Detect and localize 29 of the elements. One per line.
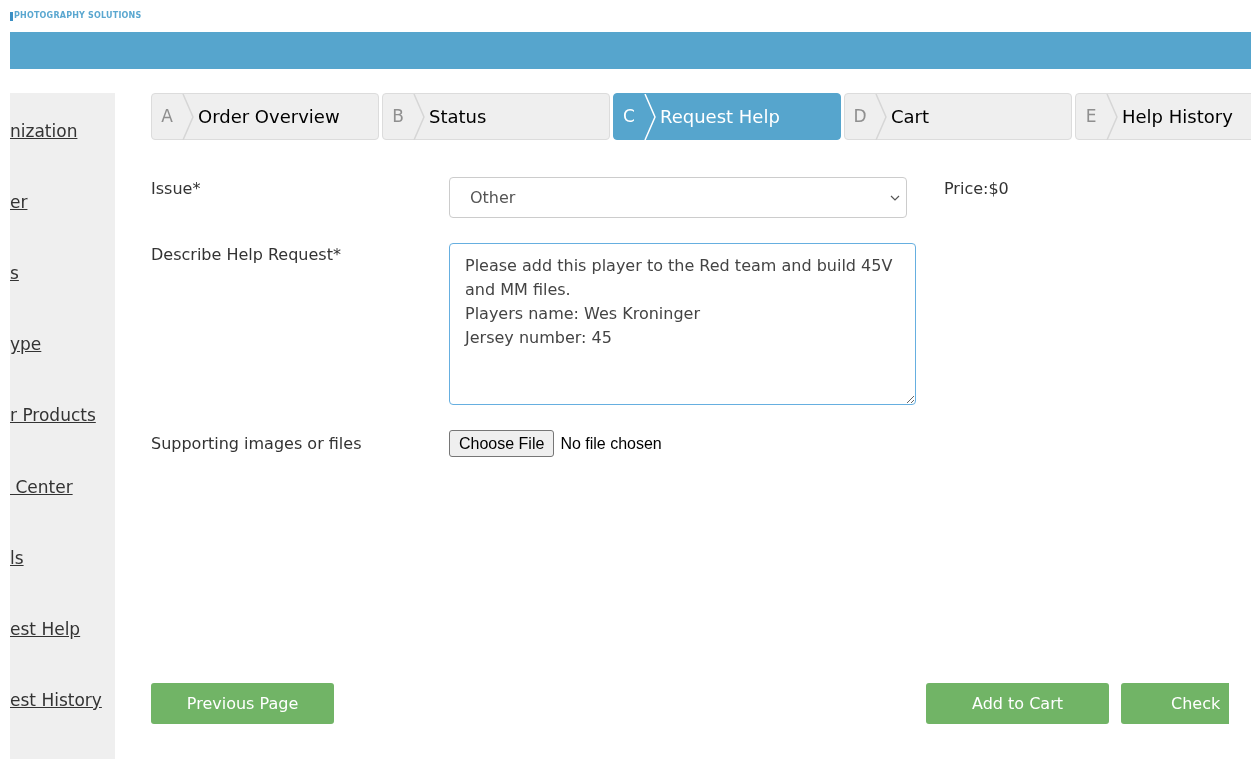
logo-bar-icon	[10, 11, 13, 21]
sidebar-link[interactable]: s	[10, 261, 19, 333]
description-label: Describe Help Request*	[151, 244, 342, 266]
issue-select[interactable]: Other	[449, 177, 907, 218]
sidebar-link[interactable]: ls	[10, 545, 24, 617]
step-tab[interactable]: A Order Overview	[151, 93, 379, 140]
chevron-divider-icon	[182, 93, 194, 140]
step-tab[interactable]: B Status	[382, 93, 610, 140]
sidebar-link[interactable]: Center	[10, 474, 73, 546]
chevron-divider-icon	[1106, 93, 1118, 140]
sidebar-link[interactable]: est History	[10, 687, 102, 759]
step-tab[interactable]: D Cart	[844, 93, 1072, 140]
brand-logo: PHOTOGRAPHY SOLUTIONS	[14, 10, 142, 22]
chevron-divider-icon	[644, 93, 656, 140]
description-field[interactable]: Please add this player to the Red team and build 45V and MM files. Players name: Wes Kroninger Jersey number: 45	[449, 243, 916, 405]
files-label: Supporting images or files	[151, 432, 363, 455]
sidebar-link[interactable]: ype	[10, 332, 42, 404]
step-tab[interactable]: E Help History	[1075, 93, 1251, 140]
sidebar-link[interactable]: est Help	[10, 616, 81, 688]
chevron-divider-icon	[875, 93, 887, 140]
file-status: No file chosen	[560, 433, 662, 454]
sidebar-link[interactable]: nization	[10, 119, 78, 191]
chevron-down-icon	[890, 194, 900, 201]
sidebar-link[interactable]: er	[10, 190, 28, 262]
sidebar-link[interactable]: r Products	[10, 403, 96, 475]
chevron-divider-icon	[413, 93, 425, 140]
issue-label: Issue*	[151, 178, 202, 200]
price-text: Price:$0	[944, 178, 1009, 200]
choose-file-button[interactable]: Choose File	[449, 430, 555, 457]
